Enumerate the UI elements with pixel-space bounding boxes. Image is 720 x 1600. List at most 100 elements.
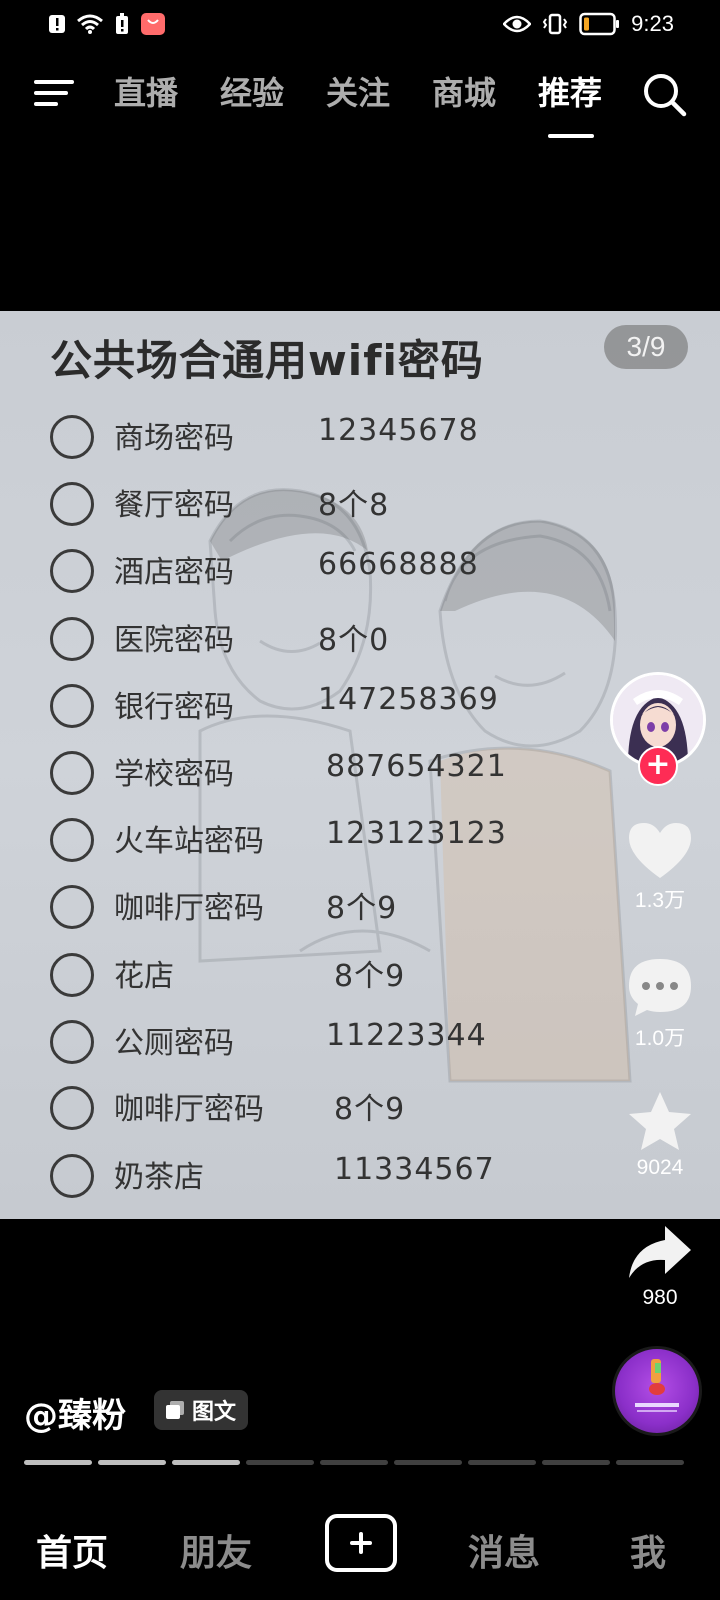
list-item: 奶茶店 11334567 — [50, 1144, 570, 1204]
radio-circle — [50, 482, 94, 526]
progress-segment — [172, 1460, 240, 1465]
wifi-icon — [77, 14, 103, 34]
place-label: 咖啡厅密码 — [114, 1092, 264, 1127]
list-item: 咖啡厅密码 8个9 — [50, 1076, 570, 1136]
progress-segment — [542, 1460, 610, 1465]
list-item: 咖啡厅密码 8个9 — [50, 875, 570, 935]
progress-segment — [468, 1460, 536, 1465]
image-text-icon — [166, 1401, 184, 1419]
list-item: 商场密码 12345678 — [50, 405, 570, 465]
place-label: 火车站密码 — [114, 824, 264, 859]
radio-circle — [50, 953, 94, 997]
nav-tabs: 直播 经验 关注 商城 推荐 — [98, 68, 618, 138]
nav-messages[interactable]: 消息 — [454, 1524, 554, 1576]
share-icon — [629, 1226, 691, 1278]
progress-segment — [24, 1460, 92, 1465]
menu-icon[interactable] — [34, 76, 76, 110]
password-value: 8个8 — [318, 488, 390, 523]
nav-home[interactable]: 首页 — [22, 1524, 122, 1576]
progress-segment — [616, 1460, 684, 1465]
like-button[interactable]: 1.3万 — [618, 820, 702, 914]
bottom-nav: 首页 朋友 消息 我 — [0, 1500, 720, 1600]
top-nav: 直播 经验 关注 商城 推荐 — [0, 60, 720, 138]
radio-circle — [50, 885, 94, 929]
password-value: 11334567 — [334, 1152, 495, 1187]
tab-recommend[interactable]: 推荐 — [522, 68, 618, 138]
post-title: 公共场合通用wifi密码 — [50, 336, 484, 385]
list-item: 银行密码 147258369 — [50, 674, 570, 734]
radio-circle — [50, 1154, 94, 1198]
radio-circle — [50, 549, 94, 593]
status-time: 9:23 — [631, 11, 674, 36]
list-item: 花店 8个9 — [50, 943, 570, 1003]
status-right-icons: 9:23 — [503, 10, 674, 38]
follow-button[interactable]: + — [638, 746, 678, 786]
password-value: 11223344 — [326, 1018, 487, 1053]
author-handle[interactable]: @臻粉 — [24, 1388, 126, 1437]
alert-icon — [116, 13, 128, 34]
music-cover-icon — [635, 1359, 679, 1412]
password-value: 8个9 — [334, 959, 406, 994]
comment-icon — [629, 959, 691, 1016]
place-label: 酒店密码 — [114, 555, 234, 590]
place-label: 咖啡厅密码 — [114, 891, 264, 926]
battery-icon — [579, 12, 620, 36]
password-value: 123123123 — [326, 816, 507, 851]
music-disc[interactable] — [612, 1346, 702, 1436]
list-item: 酒店密码 66668888 — [50, 539, 570, 599]
like-count: 1.3万 — [634, 889, 686, 912]
page-counter: 3/9 — [604, 325, 688, 369]
password-value: 8个0 — [318, 623, 390, 658]
radio-circle — [50, 617, 94, 661]
favorite-button[interactable]: 9024 — [618, 1090, 702, 1180]
progress-segment — [394, 1460, 462, 1465]
tab-following[interactable]: 关注 — [310, 68, 406, 124]
search-icon[interactable] — [640, 70, 688, 118]
radio-circle — [50, 1020, 94, 1064]
app-notification-icon — [141, 13, 165, 35]
place-label: 餐厅密码 — [114, 488, 234, 523]
place-label: 奶茶店 — [114, 1160, 204, 1195]
password-value: 8个9 — [326, 891, 398, 926]
radio-circle — [50, 684, 94, 728]
tab-experience[interactable]: 经验 — [204, 68, 300, 124]
place-label: 公厕密码 — [114, 1026, 234, 1061]
radio-circle — [50, 1086, 94, 1130]
progress-segment — [246, 1460, 314, 1465]
radio-circle — [50, 818, 94, 862]
place-label: 商场密码 — [114, 421, 234, 456]
share-button[interactable]: 980 — [618, 1224, 702, 1310]
alert-icon — [49, 15, 65, 33]
carousel-progress — [24, 1460, 684, 1466]
nav-friends[interactable]: 朋友 — [166, 1524, 266, 1576]
nav-me[interactable]: 我 — [598, 1524, 698, 1576]
list-item: 餐厅密码 8个8 — [50, 472, 570, 532]
share-count: 980 — [642, 1286, 678, 1309]
heart-icon — [629, 823, 691, 878]
create-post-button[interactable] — [325, 1514, 397, 1572]
place-label: 学校密码 — [114, 757, 234, 792]
place-label: 花店 — [114, 959, 174, 994]
post-type-label: 图文 — [192, 1400, 237, 1425]
status-bar: 9:23 — [0, 0, 720, 48]
list-item: 火车站密码 123123123 — [50, 808, 570, 868]
tab-mall[interactable]: 商城 — [416, 68, 512, 124]
post-type-badge: 图文 — [154, 1390, 249, 1430]
password-value: 887654321 — [326, 749, 507, 784]
star-icon — [629, 1092, 691, 1150]
password-value: 147258369 — [318, 682, 499, 717]
radio-circle — [50, 751, 94, 795]
status-left-icons — [48, 12, 166, 36]
radio-circle — [50, 415, 94, 459]
list-item: 公厕密码 11223344 — [50, 1010, 570, 1070]
password-value: 8个9 — [334, 1092, 406, 1127]
tab-live[interactable]: 直播 — [98, 68, 194, 124]
comment-count: 1.0万 — [634, 1027, 686, 1050]
list-item: 医院密码 8个0 — [50, 607, 570, 667]
comment-button[interactable]: 1.0万 — [618, 956, 702, 1052]
password-value: 66668888 — [318, 547, 479, 582]
password-value: 12345678 — [318, 413, 479, 448]
eye-icon — [503, 15, 532, 33]
author-avatar-wrap[interactable]: + — [610, 672, 706, 786]
list-item: 学校密码 887654321 — [50, 741, 570, 801]
